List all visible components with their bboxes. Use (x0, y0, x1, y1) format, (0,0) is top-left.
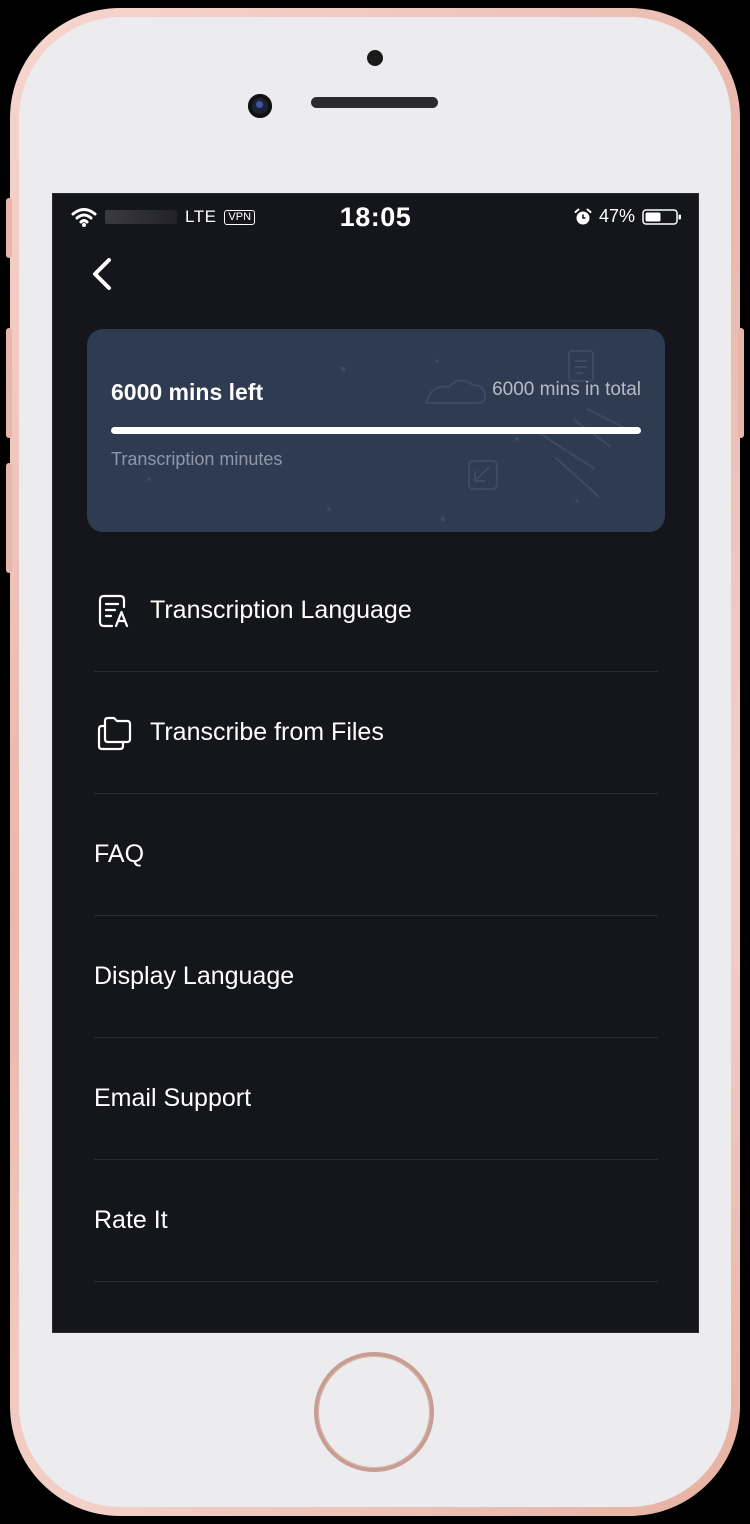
battery-icon (642, 208, 681, 225)
status-right: 47% (574, 206, 682, 227)
alarm-icon (574, 208, 592, 224)
proximity-sensor (367, 50, 383, 66)
menu-item-label: Rate It (94, 1206, 168, 1234)
home-button[interactable] (318, 1356, 430, 1468)
menu-item-faq[interactable]: FAQ (94, 794, 658, 916)
menu-item-transcribe-from-files[interactable]: Transcribe from Files (94, 672, 658, 794)
menu-item-label: Email Support (94, 1084, 252, 1112)
settings-menu: Transcription Language Transcribe from F… (94, 550, 658, 1282)
power-button (738, 328, 744, 438)
menu-item-label: Transcribe from Files (150, 718, 384, 746)
menu-item-label: Transcription Language (150, 596, 412, 624)
front-camera (248, 94, 272, 118)
volume-up-button (6, 328, 12, 438)
menu-item-transcription-language[interactable]: Transcription Language (94, 550, 658, 672)
transcription-language-icon (98, 594, 129, 627)
back-chevron-icon[interactable] (81, 252, 125, 296)
battery-percent: 47% (598, 206, 635, 226)
minutes-total: 6000 mins in total (492, 379, 641, 400)
status-bar: LTE VPN 18:05 47% (53, 194, 698, 244)
minutes-caption: Transcription minutes (111, 449, 283, 469)
menu-item-label: FAQ (94, 840, 145, 868)
minutes-progress-bar (111, 427, 641, 434)
menu-item-rate-it[interactable]: Rate It (94, 1160, 658, 1282)
earpiece-speaker (311, 97, 438, 108)
minutes-left: 6000 mins left (111, 379, 264, 405)
menu-item-label: Display Language (94, 962, 295, 990)
app-screen: LTE VPN 18:05 47% 6000 mins left 6000 mi… (52, 193, 699, 1333)
minutes-progress-fill (111, 427, 641, 434)
menu-item-email-support[interactable]: Email Support (94, 1038, 658, 1160)
minutes-usage-card: 6000 mins left 6000 mins in total Transc… (87, 329, 665, 532)
volume-down-button (6, 463, 12, 573)
menu-item-display-language[interactable]: Display Language (94, 916, 658, 1038)
folder-icon (97, 716, 132, 750)
mute-switch (6, 198, 12, 258)
